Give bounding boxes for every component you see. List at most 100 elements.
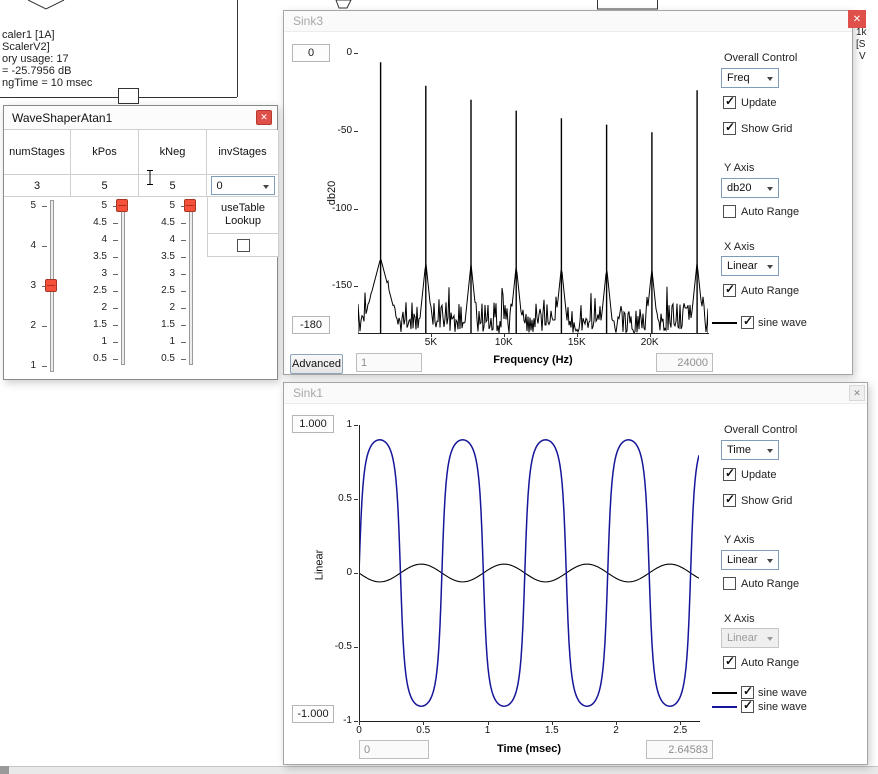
sink1-close-button[interactable]: ✕ xyxy=(849,385,865,401)
x-end-input[interactable]: 2.64583 xyxy=(646,740,713,759)
schematic-text-line: = -25.7956 dB xyxy=(2,65,71,77)
x-axis-dropdown[interactable]: Linear xyxy=(721,628,779,648)
tick-mark xyxy=(181,240,186,241)
tick-mark xyxy=(181,308,186,309)
kpos-value[interactable]: 5 xyxy=(71,175,139,197)
overall-control-label: Overall Control xyxy=(724,52,797,64)
advanced-button[interactable]: Advanced xyxy=(290,354,343,374)
y-auto-range-checkbox[interactable] xyxy=(723,205,736,218)
slider-tick-label: 2 xyxy=(71,301,107,314)
tick-mark xyxy=(354,647,358,648)
update-checkbox[interactable] xyxy=(723,96,736,109)
tick-mark xyxy=(113,223,118,224)
numstages-value[interactable]: 3 xyxy=(4,175,71,197)
x-tick-label: 0.5 xyxy=(401,725,445,736)
y-tick-label: -100 xyxy=(312,202,352,215)
x-axis-section-label: X Axis xyxy=(724,241,755,253)
usetable-checkbox[interactable] xyxy=(237,239,250,252)
tick-mark xyxy=(113,240,118,241)
x-auto-range-checkbox[interactable] xyxy=(723,656,736,669)
x-start-input[interactable]: 1 xyxy=(356,353,422,372)
x-axis-section-label: X Axis xyxy=(724,613,755,625)
x-auto-range-row: Auto Range xyxy=(723,656,799,669)
column-header-invstages: invStages xyxy=(207,130,279,175)
column-header-numstages: numStages xyxy=(4,130,71,175)
numstages-slider[interactable]: 54321 xyxy=(4,197,71,380)
sink3-titlebar[interactable]: Sink3 xyxy=(284,11,852,32)
checkbox-label: Update xyxy=(741,97,776,109)
tick-mark xyxy=(181,223,186,224)
tick-mark xyxy=(42,366,47,367)
legend-row: sine wave xyxy=(712,700,807,713)
waveshaper-titlebar[interactable]: WaveShaperAtan1 xyxy=(4,106,277,130)
legend-label: sine wave xyxy=(758,687,807,699)
overall-control-dropdown[interactable]: Freq xyxy=(721,68,779,88)
schematic-text-fragment: V xyxy=(859,51,866,62)
overall-control-dropdown[interactable]: Time xyxy=(721,440,779,460)
column-header-kpos: kPos xyxy=(71,130,139,175)
y-min-input[interactable]: -180 xyxy=(292,316,330,334)
y-auto-range-row: Auto Range xyxy=(723,205,799,218)
usetable-label: useTable Lookup xyxy=(210,202,276,228)
checkbox-label: Auto Range xyxy=(741,657,799,669)
legend-label: sine wave xyxy=(758,317,807,329)
sink1-window: Sink1 ✕ 1.000 -1.000 Linear 10.50-0.5-1 … xyxy=(283,382,868,765)
slider-tick-label: 0.5 xyxy=(71,352,107,365)
sink1-plot-svg[interactable] xyxy=(359,425,699,721)
show-grid-checkbox[interactable] xyxy=(723,494,736,507)
x-axis-dropdown[interactable]: Linear xyxy=(721,256,779,276)
bottom-window-edge xyxy=(0,766,878,774)
legend-row: sine wave xyxy=(712,316,807,329)
usetable-checkbox-cell xyxy=(207,234,279,257)
update-checkbox[interactable] xyxy=(723,468,736,481)
kpos-slider[interactable]: 54.543.532.521.510.5 xyxy=(71,197,139,380)
legend-checkbox[interactable] xyxy=(741,700,754,713)
slider-tick-label: 2.5 xyxy=(139,284,175,297)
x-start-input[interactable]: 0 xyxy=(359,740,429,759)
kneg-slider[interactable]: 54.543.532.521.510.5 xyxy=(139,197,207,380)
slider-handle[interactable] xyxy=(184,199,196,212)
checkbox-label: Show Grid xyxy=(741,495,792,507)
schematic-text-line: caler1 [1A] xyxy=(2,29,55,41)
dropdown-value: Linear xyxy=(727,554,758,566)
slider-handle[interactable] xyxy=(116,199,128,212)
slider-tick-label: 4 xyxy=(4,239,36,252)
sink3-plot-svg[interactable] xyxy=(358,53,708,333)
x-tick-label: 1.5 xyxy=(530,725,574,736)
slider-tick-label: 5 xyxy=(4,199,36,212)
x-axis-line xyxy=(359,721,700,722)
sink1-titlebar[interactable]: Sink1 xyxy=(284,383,867,404)
slider-tick-label: 2.5 xyxy=(71,284,107,297)
slider-tick-label: 4.5 xyxy=(139,216,175,229)
tick-mark xyxy=(354,499,358,500)
slider-track[interactable] xyxy=(121,200,125,365)
invstages-dropdown[interactable]: 0 xyxy=(211,176,275,195)
slider-tick-label: 2 xyxy=(4,319,36,332)
sink3-close-button[interactable]: ✕ xyxy=(848,10,866,28)
tick-mark xyxy=(113,308,118,309)
schematic-text-line: ScalerV2] xyxy=(2,41,50,53)
close-icon: ✕ xyxy=(853,14,861,25)
show-grid-row: Show Grid xyxy=(723,122,792,135)
waveshaper-close-button[interactable]: ✕ xyxy=(256,110,272,125)
tick-mark xyxy=(181,274,186,275)
slider-handle[interactable] xyxy=(45,279,57,292)
legend-checkbox[interactable] xyxy=(741,316,754,329)
x-tick-label: 2 xyxy=(594,725,638,736)
tick-mark xyxy=(42,206,47,207)
x-end-input[interactable]: 24000 xyxy=(656,353,713,372)
y-axis-dropdown[interactable]: Linear xyxy=(721,550,779,570)
y-axis-dropdown[interactable]: db20 xyxy=(721,178,779,198)
window-title: Sink3 xyxy=(293,14,323,28)
y-auto-range-checkbox[interactable] xyxy=(723,577,736,590)
tick-mark xyxy=(354,425,358,426)
chevron-down-icon xyxy=(767,559,773,563)
checkbox-label: Show Grid xyxy=(741,123,792,135)
show-grid-checkbox[interactable] xyxy=(723,122,736,135)
slider-track[interactable] xyxy=(189,200,193,365)
x-auto-range-checkbox[interactable] xyxy=(723,284,736,297)
chevron-down-icon xyxy=(767,265,773,269)
tick-mark xyxy=(181,257,186,258)
y-axis-section-label: Y Axis xyxy=(724,162,754,174)
slider-tick-label: 4 xyxy=(139,233,175,246)
